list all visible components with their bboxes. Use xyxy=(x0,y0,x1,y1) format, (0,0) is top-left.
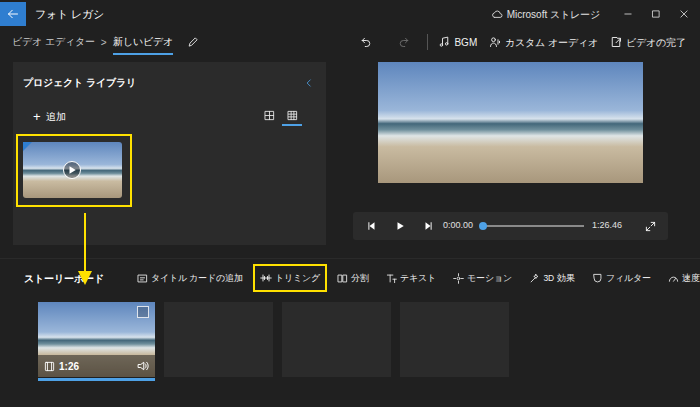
action-label: BGM xyxy=(454,35,477,50)
cloud-icon xyxy=(491,8,503,20)
breadcrumb-separator: > xyxy=(101,35,107,50)
seek-knob[interactable] xyxy=(479,222,487,230)
add-button[interactable]: + 追加 xyxy=(33,109,66,124)
tool-label: テキスト xyxy=(400,272,436,285)
tool-label: タイトル カードの追加 xyxy=(151,272,243,285)
split-icon xyxy=(337,273,348,284)
large-grid-icon[interactable] xyxy=(259,106,279,126)
video-clip[interactable]: 1:26 xyxy=(38,302,155,377)
speed-icon xyxy=(668,273,679,284)
video-preview xyxy=(378,62,643,183)
tool-label: 速度 xyxy=(682,272,700,285)
storage-indicator[interactable]: Microsoft ストレージ xyxy=(491,7,600,22)
clip-duration: 1:26 xyxy=(59,359,79,374)
clip-slot xyxy=(400,302,509,381)
play-circle-icon[interactable] xyxy=(63,161,81,179)
finish-video-icon xyxy=(610,36,622,48)
total-time: 1:26.46 xyxy=(592,219,622,233)
action-label: ビデオの完了 xyxy=(626,35,686,50)
minimize-icon[interactable] xyxy=(614,2,642,26)
collapse-chevron-icon[interactable] xyxy=(302,76,316,90)
close-icon[interactable] xyxy=(670,2,698,26)
tool-label: 分割 xyxy=(351,272,369,285)
back-arrow-icon[interactable] xyxy=(0,2,26,26)
pencil-icon[interactable] xyxy=(187,36,199,48)
film-icon xyxy=(44,361,55,372)
undo-icon[interactable] xyxy=(353,32,379,52)
storyboard-tool[interactable]: 3D 効果 xyxy=(522,264,581,292)
trim-icon xyxy=(260,272,272,284)
in-use-marker xyxy=(23,142,32,151)
highlight-box xyxy=(16,134,132,207)
action-button[interactable]: BGM xyxy=(432,35,483,50)
empty-clip-slot xyxy=(282,302,391,377)
fullscreen-icon[interactable] xyxy=(640,216,660,236)
main-area: プロジェクト ライブラリ + 追加 0:00.00 1:26.46 xyxy=(0,62,700,245)
tool-label: フィルター xyxy=(606,272,651,285)
maximize-icon[interactable] xyxy=(642,2,670,26)
clip-slot xyxy=(164,302,273,381)
empty-clip-slot xyxy=(400,302,509,377)
title-card-icon xyxy=(137,273,148,284)
clip-row: 1:26 xyxy=(0,302,700,381)
clip-checkbox[interactable] xyxy=(137,306,149,318)
storyboard-tool[interactable]: 速度 xyxy=(661,264,700,292)
current-time: 0:00.00 xyxy=(443,219,473,233)
filter-icon xyxy=(592,273,603,284)
window-title: フォト レガシ xyxy=(35,6,104,23)
action-button[interactable]: ビデオの完了 xyxy=(604,35,692,50)
clip-slot[interactable]: 1:26 xyxy=(38,302,155,381)
music-icon xyxy=(438,36,450,48)
storyboard-tool[interactable]: トリミング xyxy=(253,264,327,292)
action-label: カスタム オーディオ xyxy=(505,35,598,50)
motion-icon xyxy=(453,273,464,284)
next-frame-icon[interactable] xyxy=(417,216,439,236)
library-thumbnail[interactable] xyxy=(23,142,122,198)
previous-frame-icon[interactable] xyxy=(361,216,383,236)
tool-label: トリミング xyxy=(275,272,320,285)
library-title: プロジェクト ライブラリ xyxy=(23,75,136,90)
preview-panel: 0:00.00 1:26.46 xyxy=(353,62,668,245)
storyboard: ストーリーボード タイトル カードの追加 トリミング 分割 テキスト モーション 3D 効果… xyxy=(0,258,700,407)
action-button[interactable]: カスタム オーディオ xyxy=(483,35,604,50)
custom-audio-icon xyxy=(489,36,501,48)
storyboard-tool[interactable]: モーション xyxy=(446,264,519,292)
breadcrumb-item[interactable]: ビデオ エディター xyxy=(12,30,95,55)
storyboard-tool[interactable]: テキスト xyxy=(379,264,443,292)
seek-track[interactable] xyxy=(481,225,584,227)
text-icon xyxy=(386,273,397,284)
play-icon[interactable] xyxy=(389,216,411,236)
editor-toolbar: ビデオ エディター > 新しいビデオ BGM カスタム オーディオ ビデオの完了 xyxy=(0,28,700,56)
add-plus: + xyxy=(33,110,41,123)
down-arrow-icon xyxy=(75,213,95,287)
clip-slot xyxy=(282,302,391,381)
playback-controls: 0:00.00 1:26.46 xyxy=(353,212,668,240)
add-label: 追加 xyxy=(46,109,66,124)
small-grid-icon[interactable] xyxy=(282,106,302,126)
breadcrumb-item[interactable]: 新しいビデオ xyxy=(113,30,173,55)
title-bar: フォト レガシ Microsoft ストレージ xyxy=(0,0,700,28)
tool-label: 3D 効果 xyxy=(543,272,574,285)
storyboard-tool[interactable]: 分割 xyxy=(330,264,376,292)
redo-icon[interactable] xyxy=(391,32,417,52)
empty-clip-slot xyxy=(164,302,273,377)
storyboard-title: ストーリーボード xyxy=(24,271,130,286)
tool-label: モーション xyxy=(467,272,512,285)
project-library-panel: プロジェクト ライブラリ + 追加 xyxy=(13,62,326,245)
storyboard-tool[interactable]: フィルター xyxy=(585,264,658,292)
selection-bar xyxy=(38,378,155,381)
3d-effects-icon xyxy=(529,273,540,284)
storage-label: Microsoft ストレージ xyxy=(507,7,600,22)
speaker-icon[interactable] xyxy=(137,360,149,372)
storyboard-tool[interactable]: タイトル カードの追加 xyxy=(130,264,250,292)
